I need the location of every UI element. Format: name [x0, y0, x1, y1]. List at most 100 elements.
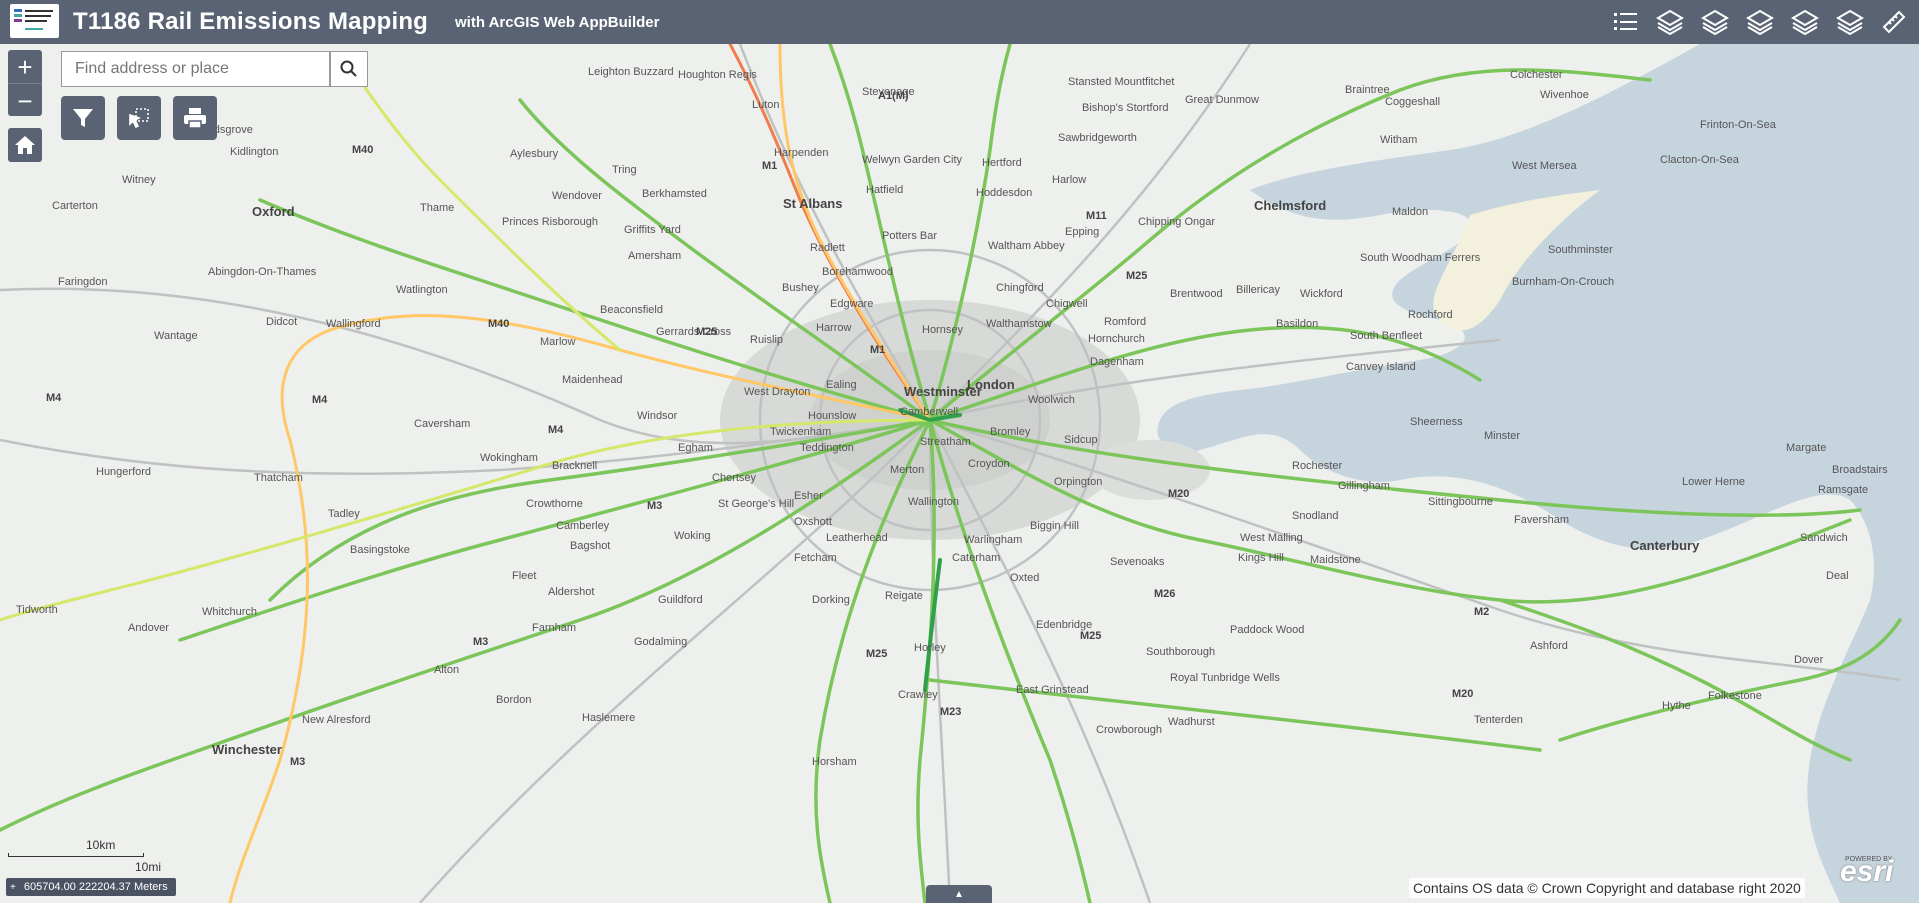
place-label: Sandwich — [1800, 532, 1848, 544]
place-label: St George's Hill — [718, 498, 795, 510]
place-label: Esher — [794, 490, 823, 502]
scalebar-mi: 10mi — [135, 860, 162, 874]
place-label: Oxford — [252, 204, 295, 219]
search-button[interactable] — [330, 51, 368, 87]
zoom-in-button[interactable]: + — [8, 50, 42, 83]
coordinate-display[interactable]: + 605704.00 222204.37 Meters — [6, 878, 176, 896]
place-label: Houghton Regis — [678, 69, 757, 81]
print-button[interactable] — [173, 96, 217, 140]
place-label: Hounslow — [808, 410, 857, 422]
filter-button[interactable] — [61, 96, 105, 140]
place-label: M26 — [1154, 588, 1176, 600]
coordinate-text: 605704.00 222204.37 Meters — [23, 881, 168, 893]
place-label: M25 — [1126, 270, 1148, 282]
place-label: Borehamwood — [822, 266, 893, 278]
app-header: T1186 Rail Emissions Mapping with ArcGIS… — [0, 0, 1919, 44]
place-label: Wantage — [154, 330, 198, 342]
place-label: Crawley — [898, 689, 938, 701]
place-label: M4 — [548, 424, 564, 436]
place-label: Faringdon — [58, 276, 108, 288]
select-icon — [129, 108, 149, 129]
place-label: Twickenham — [770, 426, 832, 438]
place-label: Sittingbourne — [1428, 496, 1493, 508]
attribute-table-toggle[interactable]: ▲ — [926, 885, 992, 903]
place-label: M2 — [1474, 606, 1490, 618]
place-label: Tring — [612, 164, 637, 176]
place-label: Beaconsfield — [600, 304, 663, 316]
place-label: Caterham — [952, 552, 1001, 564]
place-label: Oxshott — [794, 516, 832, 528]
place-label: Windsor — [637, 410, 678, 422]
place-label: Leighton Buzzard — [588, 66, 674, 78]
place-label: West Mersea — [1512, 160, 1577, 172]
place-label: Crowborough — [1096, 724, 1163, 736]
select-button[interactable] — [117, 96, 161, 140]
place-label: Epping — [1065, 226, 1100, 238]
place-label: Rochford — [1408, 309, 1453, 321]
layer-list-icon[interactable] — [1697, 6, 1733, 38]
place-label: Harlow — [1052, 174, 1087, 186]
place-label: Winchester — [212, 742, 282, 757]
place-label: Horley — [914, 642, 946, 654]
zoom-out-button[interactable]: − — [8, 83, 42, 117]
place-label: Gerrards Cross — [656, 326, 732, 338]
place-label: Dorking — [812, 594, 850, 606]
place-label: Maidstone — [1310, 554, 1361, 566]
layer-list-icon[interactable] — [1652, 6, 1688, 38]
place-label: M1 — [870, 344, 886, 356]
place-label: Haslemere — [582, 712, 636, 724]
place-label: Faversham — [1514, 514, 1570, 526]
place-label: Leatherhead — [826, 532, 888, 544]
place-label: Ramsgate — [1818, 484, 1869, 496]
place-label: Amersham — [628, 250, 682, 262]
place-label: Bromley — [990, 426, 1031, 438]
esri-logo[interactable]: esri — [1840, 855, 1893, 889]
place-label: Braintree — [1345, 84, 1390, 96]
place-label: Harrow — [816, 322, 852, 334]
place-label: Hertford — [982, 157, 1022, 169]
place-label: Witham — [1380, 134, 1418, 146]
layer-list-icon[interactable] — [1787, 6, 1823, 38]
layer-list-icon[interactable] — [1832, 6, 1868, 38]
layer-list-icon[interactable] — [1742, 6, 1778, 38]
place-label: Burnham-On-Crouch — [1512, 276, 1615, 288]
place-label: Waltham Abbey — [988, 240, 1065, 252]
place-label: Wallingford — [326, 318, 381, 330]
place-label: Marlow — [540, 336, 576, 348]
place-label: Frinton-On-Sea — [1700, 119, 1776, 131]
place-label: Crowthorne — [526, 498, 583, 510]
home-button[interactable] — [8, 128, 42, 162]
place-label: Walthamstow — [986, 318, 1052, 330]
place-label: Billericay — [1236, 284, 1281, 296]
place-label: Maidenhead — [562, 374, 623, 386]
measure-icon[interactable] — [1876, 6, 1912, 38]
place-label: Sevenoaks — [1110, 556, 1165, 568]
scalebar-line — [8, 853, 144, 857]
search-input[interactable] — [62, 59, 307, 79]
place-label: Hythe — [1662, 700, 1691, 712]
place-label: Southminster — [1548, 244, 1613, 256]
legend-icon[interactable] — [1608, 6, 1644, 38]
place-label: Aldershot — [548, 586, 595, 598]
place-label: Didcot — [266, 316, 298, 328]
place-label: Ruislip — [750, 334, 784, 346]
place-label: West Malling — [1240, 532, 1303, 544]
place-label: Rochester — [1292, 460, 1343, 472]
place-label: Kidlington — [230, 146, 279, 158]
place-label: Bishop's Stortford — [1082, 102, 1169, 114]
place-label: Paddock Wood — [1230, 624, 1305, 636]
place-label: Berkhamsted — [642, 188, 707, 200]
place-label: M40 — [488, 318, 510, 330]
place-label: Hoddesdon — [976, 187, 1033, 199]
place-label: M25 — [1080, 630, 1102, 642]
place-label: Brentwood — [1170, 288, 1223, 300]
place-label: M25 — [866, 648, 888, 660]
search-box — [61, 51, 330, 87]
place-label: Welwyn Garden City — [862, 154, 963, 166]
map-view[interactable]: St Albans Chelmsford Oxford Westminster Lond… — [0, 44, 1919, 903]
place-label: Chipping Ongar — [1138, 216, 1216, 228]
place-label: Thame — [420, 202, 455, 214]
place-label: Woking — [674, 530, 711, 542]
place-label: Fetcham — [794, 552, 837, 564]
place-label: Edgware — [830, 298, 874, 310]
